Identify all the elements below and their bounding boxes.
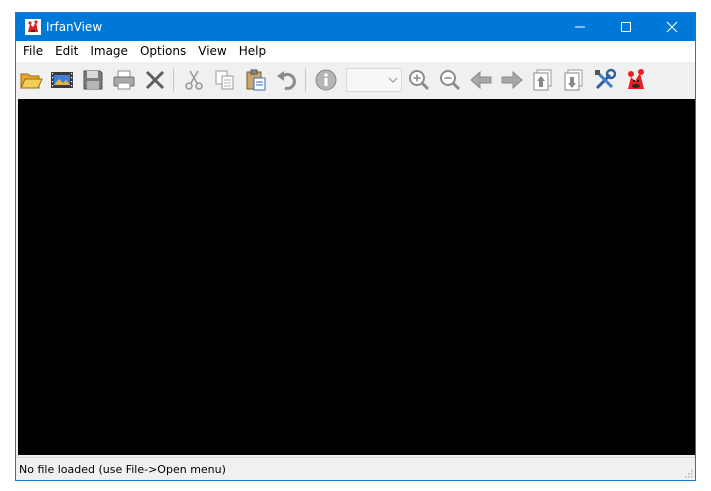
irfanview-logo-icon <box>25 19 41 35</box>
toolbar-separator <box>173 68 174 92</box>
info-icon <box>315 69 337 91</box>
chevron-down-icon <box>388 77 398 83</box>
next-button[interactable] <box>499 67 525 93</box>
irfanview-window: IrfanView File Edit Image Options View H… <box>15 12 696 481</box>
window-title: IrfanView <box>46 20 103 34</box>
irfanview-about-icon <box>628 69 644 89</box>
save-button[interactable] <box>80 67 106 93</box>
close-icon <box>666 21 678 33</box>
menu-view[interactable]: View <box>192 41 232 62</box>
page-up-icon <box>533 69 552 91</box>
zoom-in-button[interactable] <box>406 67 432 93</box>
previous-icon <box>470 70 492 90</box>
about-button[interactable] <box>623 67 649 93</box>
menu-options[interactable]: Options <box>134 41 192 62</box>
zoom-in-icon <box>409 70 430 91</box>
cut-icon <box>185 70 203 90</box>
settings-button[interactable] <box>592 67 618 93</box>
close-button[interactable] <box>649 13 695 41</box>
menu-image[interactable]: Image <box>84 41 134 62</box>
menu-help[interactable]: Help <box>233 41 272 62</box>
status-text: No file loaded (use File->Open menu) <box>19 463 226 476</box>
slideshow-button[interactable] <box>49 67 75 93</box>
undo-button[interactable] <box>274 67 300 93</box>
first-file-button[interactable] <box>530 67 556 93</box>
zoom-out-button[interactable] <box>437 67 463 93</box>
paste-icon <box>246 69 266 91</box>
page-down-icon <box>564 69 583 91</box>
menu-bar: File Edit Image Options View Help <box>16 41 695 62</box>
last-file-button[interactable] <box>561 67 587 93</box>
info-button[interactable] <box>313 67 339 93</box>
delete-icon <box>145 70 165 90</box>
menu-edit[interactable]: Edit <box>49 41 84 62</box>
delete-button[interactable] <box>142 67 168 93</box>
maximize-icon <box>621 22 631 32</box>
title-bar[interactable]: IrfanView <box>16 13 695 41</box>
toolbar <box>16 62 695 98</box>
minimize-button[interactable] <box>557 13 603 41</box>
print-icon <box>113 70 135 90</box>
zoom-dropdown[interactable] <box>346 68 402 92</box>
image-canvas[interactable] <box>18 99 695 455</box>
menu-file[interactable]: File <box>16 41 49 62</box>
copy-icon <box>215 70 234 90</box>
save-icon <box>83 70 103 90</box>
cut-button[interactable] <box>181 67 207 93</box>
next-icon <box>501 70 523 90</box>
print-button[interactable] <box>111 67 137 93</box>
toolbar-separator <box>305 68 306 92</box>
minimize-icon <box>575 26 585 28</box>
slideshow-icon <box>51 72 73 88</box>
status-bar: No file loaded (use File->Open menu) <box>16 457 695 480</box>
previous-button[interactable] <box>468 67 494 93</box>
copy-button[interactable] <box>212 67 238 93</box>
zoom-out-icon <box>440 70 461 91</box>
settings-icon <box>595 68 617 90</box>
paste-button[interactable] <box>243 67 269 93</box>
maximize-button[interactable] <box>603 13 649 41</box>
open-folder-icon <box>20 73 43 89</box>
undo-icon <box>277 71 296 90</box>
open-button[interactable] <box>18 67 44 93</box>
resize-grip-icon[interactable] <box>683 468 693 478</box>
